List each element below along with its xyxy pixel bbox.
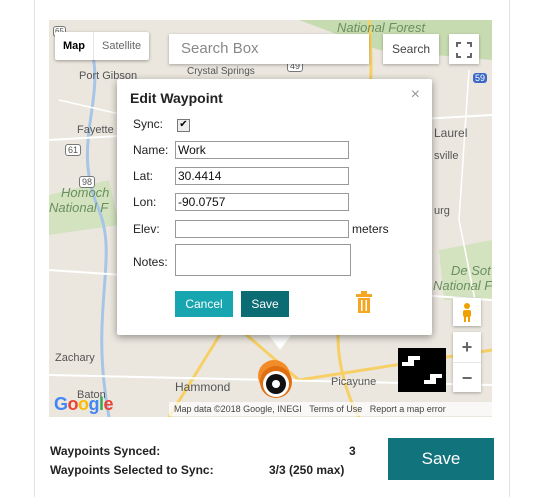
terms-of-use-link[interactable]: Terms of Use: [309, 404, 362, 414]
zoom-control: + −: [453, 332, 481, 392]
lat-label: Lat:: [133, 169, 154, 183]
sync-label: Sync:: [133, 117, 164, 131]
map-data-attribution: Map data ©2018 Google, INEGI: [174, 404, 302, 414]
lat-input[interactable]: 30.4414: [175, 167, 349, 185]
route-shield: 61: [65, 144, 82, 156]
lon-input[interactable]: -90.0757: [175, 193, 349, 211]
name-label: Name:: [133, 143, 169, 157]
fullscreen-exit-button[interactable]: [398, 348, 446, 392]
dialog-close-button[interactable]: ×: [411, 86, 420, 104]
google-logo: Google: [54, 394, 114, 415]
waypoint-marker-icon: [258, 360, 292, 398]
save-button[interactable]: Save: [388, 438, 494, 480]
google-logo-letter: G: [54, 394, 68, 414]
place-sville: sville: [434, 150, 459, 162]
name-input[interactable]: Work: [175, 141, 349, 159]
place-fayette: Fayette: [77, 124, 114, 136]
place-crystal-springs: Crystal Springs: [187, 66, 255, 77]
map-type-satellite-button[interactable]: Satellite: [93, 32, 149, 60]
google-logo-letter: e: [103, 394, 114, 414]
dialog-pointer: [268, 334, 292, 350]
route-shield: 98: [79, 176, 96, 188]
place-picayune: Picayune: [331, 376, 377, 388]
place-burg: urg: [434, 205, 450, 217]
lon-label: Lon:: [133, 195, 157, 209]
route-shield: 59: [473, 73, 488, 83]
waypoints-synced-value: 3: [349, 444, 356, 458]
place-national-forest: National Forest: [337, 20, 426, 35]
fullscreen-icon: [456, 41, 472, 58]
map-type-map-button[interactable]: Map: [55, 32, 93, 60]
pegman-icon: [463, 302, 471, 322]
cancel-button[interactable]: Cancel: [175, 291, 233, 317]
fullscreen-button[interactable]: [449, 34, 479, 64]
google-logo-letter: g: [88, 394, 100, 414]
map-search-input[interactable]: Search Box: [169, 34, 369, 64]
report-map-error-link[interactable]: Report a map error: [370, 404, 446, 414]
map-attribution: Map data ©2018 Google, INEGI Terms of Us…: [169, 402, 492, 416]
waypoints-selected-value: 3/3 (250 max): [269, 463, 345, 477]
elev-input[interactable]: [175, 220, 349, 238]
notes-textarea[interactable]: [175, 244, 351, 276]
place-national-f: National F: [49, 200, 109, 215]
google-logo-letter: o: [78, 394, 89, 414]
zoom-out-button[interactable]: −: [453, 362, 481, 392]
place-hammond: Hammond: [175, 380, 231, 394]
fullscreen-exit-icon: [402, 356, 442, 384]
dialog-title: Edit Waypoint: [130, 90, 223, 106]
map-type-control: Map Satellite: [55, 32, 150, 60]
place-national-fo: National Fo: [433, 278, 492, 293]
place-zachary: Zachary: [55, 352, 95, 364]
waypoints-synced-label: Waypoints Synced:: [50, 444, 161, 458]
edit-waypoint-dialog: Edit Waypoint × Sync: ✔ Name: Work Lat: …: [117, 79, 432, 335]
zoom-in-button[interactable]: +: [453, 332, 481, 362]
sync-checkbox[interactable]: ✔: [177, 119, 190, 132]
place-laurel: Laurel: [434, 126, 468, 140]
waypoints-selected-label: Waypoints Selected to Sync:: [50, 463, 214, 477]
place-de-soto: De Sot: [451, 263, 491, 278]
dialog-save-button[interactable]: Save: [241, 291, 289, 317]
google-logo-letter: o: [67, 394, 79, 414]
notes-label: Notes:: [133, 255, 168, 269]
map-search-button[interactable]: Search: [383, 34, 439, 64]
elev-label: Elev:: [133, 222, 160, 236]
trash-icon: [356, 291, 372, 313]
delete-waypoint-button[interactable]: [355, 291, 373, 318]
street-view-pegman-button[interactable]: [453, 298, 481, 326]
elev-unit-label: meters: [352, 222, 389, 236]
